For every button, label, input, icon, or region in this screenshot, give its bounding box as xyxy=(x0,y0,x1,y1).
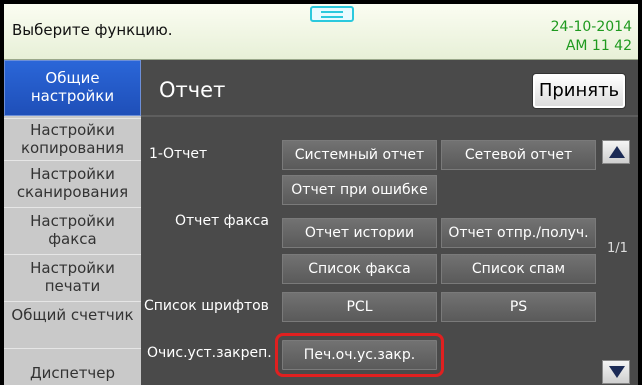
status-bar: Выберите функцию. 24-10-2014 AM 11 42 xyxy=(4,4,638,60)
sidebar-item-scan-settings[interactable]: Настройки сканирования xyxy=(4,160,141,207)
panel-handle-icon[interactable] xyxy=(310,6,354,22)
scroll-down-button[interactable] xyxy=(602,360,630,384)
fax-list-button[interactable]: Список факса xyxy=(282,254,437,284)
sidebar-item-print-settings[interactable]: Настройки печати xyxy=(4,254,141,301)
sidebar: Общие настройки Настройки копирования На… xyxy=(4,60,141,385)
scroll-up-button[interactable] xyxy=(602,140,630,164)
header-divider xyxy=(141,115,638,117)
report-label: 1-Отчет xyxy=(149,146,208,162)
sidebar-item-label: Настройки копирования xyxy=(20,121,125,157)
sidebar-item-label: Настройки сканирования xyxy=(16,165,129,201)
sidebar-item-label: Настройки печати xyxy=(30,259,115,295)
screen: Выберите функцию. 24-10-2014 AM 11 42 Об… xyxy=(4,4,638,385)
error-report-button[interactable]: Отчет при ошибке xyxy=(282,175,437,205)
network-report-button[interactable]: Сетевой отчет xyxy=(441,140,596,170)
print-hold-queue-button[interactable]: Печ.оч.ус.закр. xyxy=(275,333,444,377)
sidebar-item-label: Диспетчер xyxy=(29,364,116,382)
scroll-up-icon xyxy=(609,146,625,158)
font-list-label: Список шрифтов xyxy=(144,298,269,314)
sidebar-item-copy-settings[interactable]: Настройки копирования xyxy=(4,118,141,159)
device-frame: Выберите функцию. 24-10-2014 AM 11 42 Об… xyxy=(0,0,642,385)
send-receive-report-button[interactable]: Отчет отпр./получ. xyxy=(441,218,596,248)
sidebar-item-manager[interactable]: Диспетчер xyxy=(4,348,141,385)
date-time: 24-10-2014 AM 11 42 xyxy=(551,18,632,56)
date-text: 24-10-2014 xyxy=(550,19,632,35)
accept-button[interactable]: Принять xyxy=(533,74,625,108)
system-report-button[interactable]: Системный отчет xyxy=(282,140,437,170)
spam-list-button[interactable]: Список спам xyxy=(441,254,596,284)
sidebar-item-label: Настройки факса xyxy=(30,212,115,248)
fax-report-label: Отчет факса xyxy=(175,213,269,229)
sidebar-item-general-settings[interactable]: Общие настройки xyxy=(4,60,141,116)
pcl-button[interactable]: PCL xyxy=(282,292,437,322)
main-panel: Отчет Принять 1-Отчет Системный отчет Се… xyxy=(141,60,638,385)
status-message: Выберите функцию. xyxy=(12,21,173,39)
sidebar-item-fax-settings[interactable]: Настройки факса xyxy=(4,207,141,254)
page-indicator: 1/1 xyxy=(607,241,628,256)
sidebar-item-general-counter[interactable]: Общий счетчик xyxy=(4,301,141,348)
scroll-down-icon xyxy=(609,366,625,378)
time-text: AM 11 42 xyxy=(565,38,632,54)
sidebar-item-label: Общие настройки xyxy=(30,69,115,105)
clear-hold-label: Очис.уст.закреп. xyxy=(147,345,272,361)
history-report-button[interactable]: Отчет истории xyxy=(282,218,437,248)
ps-button[interactable]: PS xyxy=(441,292,596,322)
page-title: Отчет xyxy=(159,78,226,102)
sidebar-item-label: Общий счетчик xyxy=(11,306,134,324)
